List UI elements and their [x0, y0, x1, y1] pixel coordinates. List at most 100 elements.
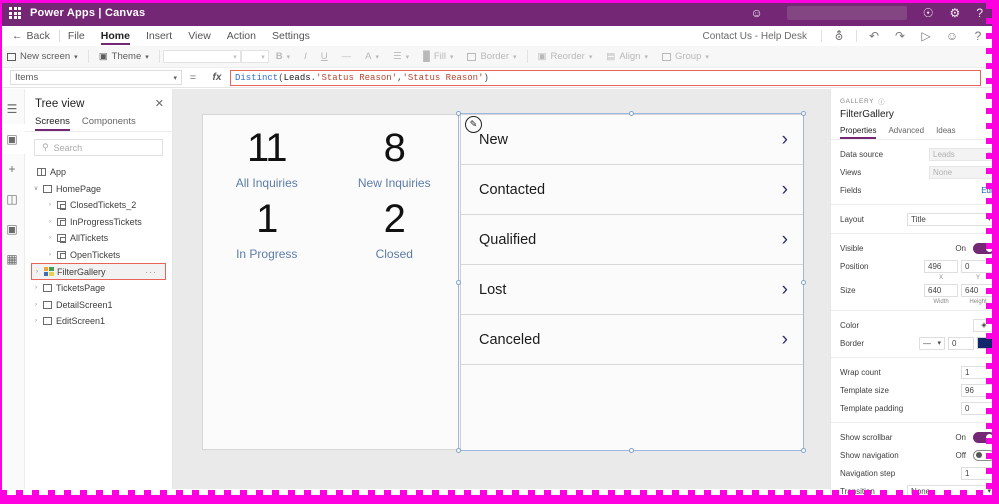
- chevron-right-icon[interactable]: ›: [782, 329, 788, 351]
- notification-bell-icon[interactable]: ☉: [923, 7, 934, 19]
- position-y-input[interactable]: 0: [961, 259, 995, 273]
- formula-input[interactable]: Distinct(Leads. 'Status Reason', 'Status R…: [230, 69, 981, 86]
- chevron-right-icon[interactable]: ›: [31, 285, 41, 291]
- align-button[interactable]: ▤ Align ▾: [599, 51, 655, 62]
- menu-item-file[interactable]: File: [60, 26, 93, 46]
- chevron-right-icon[interactable]: ›: [782, 129, 788, 151]
- show-scrollbar-toggle[interactable]: [973, 431, 995, 443]
- chevron-right-icon[interactable]: ›: [782, 179, 788, 201]
- border-thickness-input[interactable]: 0: [948, 336, 974, 350]
- tab-advanced[interactable]: Advanced: [888, 126, 924, 139]
- new-screen-button[interactable]: New screen ▾: [0, 51, 85, 62]
- border-button[interactable]: Border ▾: [460, 51, 523, 62]
- tree-node-inprogresstickets[interactable]: › InProgressTickets: [25, 214, 172, 231]
- play-preview-icon[interactable]: ▷: [913, 29, 939, 43]
- chevron-right-icon[interactable]: ›: [45, 252, 55, 258]
- menu-item-home[interactable]: Home: [93, 26, 138, 46]
- underline-button[interactable]: U: [314, 51, 335, 62]
- chevron-right-icon[interactable]: ›: [45, 219, 55, 225]
- tree-node-opentickets[interactable]: › OpenTickets: [25, 247, 172, 264]
- fields-edit-link[interactable]: Edit: [981, 186, 995, 195]
- insert-plus-icon[interactable]: +: [0, 154, 25, 184]
- tree-node-homepage[interactable]: ∨ HomePage: [25, 181, 172, 198]
- data-source-icon[interactable]: ◫: [0, 184, 25, 214]
- environment-pill[interactable]: [786, 6, 907, 20]
- gallery-item-canceled[interactable]: Canceled ›: [461, 315, 804, 365]
- chevron-down-icon[interactable]: ∨: [31, 185, 41, 192]
- tree-node-app[interactable]: App: [25, 164, 172, 181]
- menu-item-settings[interactable]: Settings: [264, 26, 318, 46]
- navigation-step-input[interactable]: 1: [961, 466, 995, 480]
- views-select[interactable]: None ▾: [929, 165, 995, 179]
- waffle-grid-icon[interactable]: [0, 7, 30, 19]
- canvas-workspace[interactable]: 11 All Inquiries 8 New Inquiries 1 In Pr…: [173, 89, 830, 489]
- border-color-swatch[interactable]: [977, 337, 995, 349]
- tree-node-alltickets[interactable]: › AllTickets: [25, 230, 172, 247]
- search-input[interactable]: ⚲ Search: [34, 139, 163, 156]
- chevron-right-icon[interactable]: ›: [45, 235, 55, 241]
- close-icon[interactable]: ✕: [155, 97, 164, 110]
- menu-item-insert[interactable]: Insert: [138, 26, 180, 46]
- transition-select[interactable]: None ▾: [907, 484, 995, 498]
- menu-item-view[interactable]: View: [180, 26, 219, 46]
- screens-tree-icon[interactable]: ▣: [0, 124, 25, 154]
- kpi-new-inquiries[interactable]: 8 New Inquiries: [331, 126, 459, 190]
- fill-button[interactable]: █ Fill ▾: [416, 51, 460, 62]
- italic-button[interactable]: I: [297, 51, 314, 62]
- position-x-input[interactable]: 496: [924, 259, 958, 273]
- kpi-all-inquiries[interactable]: 11 All Inquiries: [203, 126, 331, 190]
- chevron-right-icon[interactable]: ›: [782, 229, 788, 251]
- reorder-button[interactable]: ▣ Reorder ▾: [531, 51, 600, 62]
- border-style-select[interactable]: — ▾: [919, 336, 945, 350]
- show-navigation-toggle[interactable]: [973, 449, 995, 461]
- info-circle-icon[interactable]: ⓘ: [878, 96, 885, 106]
- help-question-icon[interactable]: ?: [965, 29, 991, 43]
- gallery-item-new[interactable]: New ›: [461, 115, 804, 165]
- tab-screens[interactable]: Screens: [35, 116, 70, 131]
- undo-icon[interactable]: ↶: [861, 29, 887, 43]
- filter-gallery[interactable]: New › Contacted › Qualified › Lost › Can…: [460, 115, 804, 451]
- tree-node-editscreen1[interactable]: › EditScreen1: [25, 313, 172, 330]
- chevron-right-icon[interactable]: ›: [782, 279, 788, 301]
- chevron-right-icon[interactable]: ›: [31, 318, 41, 324]
- account-icon[interactable]: ☺: [751, 7, 763, 19]
- size-width-input[interactable]: 640: [924, 283, 958, 297]
- tree-node-ticketspage[interactable]: › TicketsPage: [25, 280, 172, 297]
- settings-gear-icon[interactable]: ⚙: [950, 7, 961, 19]
- visible-toggle[interactable]: [973, 242, 995, 254]
- kpi-in-progress[interactable]: 1 In Progress: [203, 197, 331, 261]
- app-screen-canvas[interactable]: 11 All Inquiries 8 New Inquiries 1 In Pr…: [202, 114, 804, 451]
- color-picker-button[interactable]: ◈: [973, 318, 995, 332]
- layout-select[interactable]: Title ▾: [907, 212, 995, 226]
- chevron-right-icon[interactable]: ›: [45, 202, 55, 208]
- font-color-button[interactable]: A ▾: [358, 51, 386, 62]
- strikethrough-button[interactable]: —: [335, 51, 359, 62]
- help-question-icon[interactable]: ?: [976, 7, 983, 19]
- gallery-item-contacted[interactable]: Contacted ›: [461, 165, 804, 215]
- group-button[interactable]: Group ▾: [655, 51, 716, 62]
- gallery-item-qualified[interactable]: Qualified ›: [461, 215, 804, 265]
- gallery-item-lost[interactable]: Lost ›: [461, 265, 804, 315]
- tab-ideas[interactable]: Ideas: [936, 126, 956, 139]
- variables-icon[interactable]: ▦: [0, 244, 25, 274]
- media-icon[interactable]: ▣: [0, 214, 25, 244]
- template-size-input[interactable]: 96: [961, 383, 995, 397]
- template-padding-input[interactable]: 0: [961, 401, 995, 415]
- font-family-select[interactable]: ▾: [162, 50, 241, 63]
- overflow-menu-icon[interactable]: ···: [145, 267, 165, 277]
- data-source-select[interactable]: Leads ▾: [929, 147, 995, 161]
- redo-icon[interactable]: ↷: [887, 29, 913, 43]
- theme-button[interactable]: ▣ Theme ▾: [92, 51, 156, 62]
- bold-button[interactable]: B ▾: [269, 51, 297, 62]
- pencil-edit-icon[interactable]: ✎: [465, 116, 482, 133]
- property-select[interactable]: Items ▾: [10, 70, 182, 85]
- chevron-right-icon[interactable]: ›: [32, 269, 42, 275]
- share-user-icon[interactable]: ☺: [939, 29, 965, 43]
- font-size-select[interactable]: ▾: [240, 50, 269, 63]
- size-height-input[interactable]: 640: [961, 283, 995, 297]
- tree-node-detailscreen1[interactable]: › DetailScreen1: [25, 297, 172, 314]
- chevron-right-icon[interactable]: ›: [31, 302, 41, 308]
- fx-button[interactable]: fx: [204, 72, 230, 83]
- text-align-button[interactable]: ☰ ▾: [386, 51, 416, 62]
- hamburger-menu-icon[interactable]: ☰: [0, 94, 25, 124]
